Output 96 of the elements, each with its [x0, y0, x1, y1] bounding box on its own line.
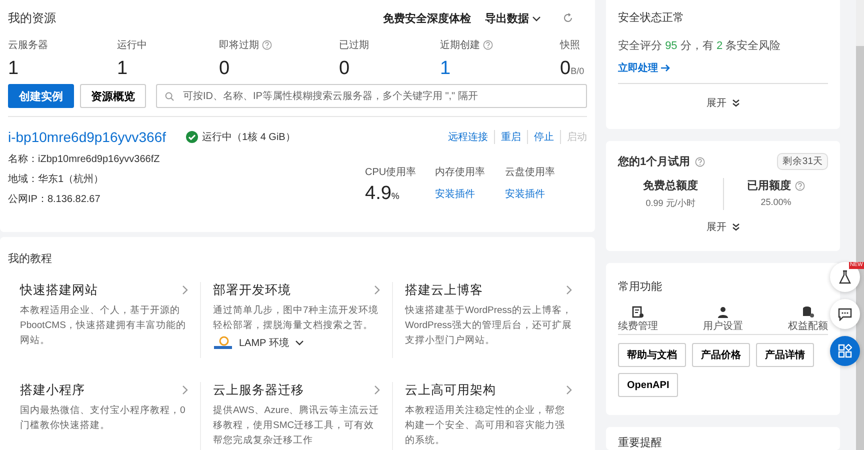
export-dropdown[interactable]: 导出数据 [484, 10, 541, 26]
tutorial-title: 云上服务器迁移 [213, 382, 304, 398]
shortcut-item[interactable]: 用户设置 [703, 306, 743, 333]
flask-icon [839, 270, 851, 284]
instance-action[interactable]: 停止 [527, 130, 560, 144]
bill-icon [632, 306, 644, 318]
metric-label: 内存使用率 [435, 166, 486, 179]
card-title: 安全状态正常 [618, 10, 685, 25]
overview-button[interactable]: 资源概览 [80, 84, 146, 108]
handle-now-link[interactable]: 立即处理 [618, 61, 658, 75]
security-summary: 安全评分 95 分，有 2 条安全风险 [618, 38, 782, 53]
stat-label: 云服务器 [8, 39, 48, 52]
quick-link-button[interactable]: 产品价格 [692, 343, 750, 367]
help-icon[interactable] [795, 180, 805, 190]
quota-value: 0.99 元/小时 [644, 197, 696, 210]
double-chevron-down-icon [732, 223, 740, 231]
health-check-link[interactable]: 免费安全深度体检 [382, 10, 471, 26]
quick-link-button[interactable]: OpenAPI [618, 373, 678, 397]
status-text: 运行中（1核 4 GiB） [202, 130, 296, 144]
apps-icon [838, 344, 852, 358]
shortcut-item[interactable]: 权益配额 [788, 306, 828, 333]
card-title: 常用功能 [618, 280, 663, 294]
stat-value[interactable]: 1 [440, 58, 451, 80]
chevron-down-icon[interactable] [294, 340, 304, 346]
chevron-right-icon [566, 385, 572, 395]
tutorial-card[interactable]: 云上高可用架构 本教程适用关注稳定性的企业，帮您构建一个安全、高可用和容灾能力强的系统。 [392, 382, 584, 450]
stat-value[interactable]: 0 [339, 58, 350, 80]
arrow-right-icon[interactable] [661, 64, 671, 72]
instance-action[interactable]: 远程连接 [442, 130, 494, 144]
quick-link-button[interactable]: 产品详情 [756, 343, 814, 367]
quota-value: 25.00% [760, 197, 792, 207]
chevron-down-icon [532, 16, 541, 22]
install-plugin-link[interactable]: 安装插件 [435, 187, 475, 201]
expand-button[interactable]: 展开 [618, 220, 828, 234]
help-icon[interactable] [483, 40, 493, 50]
quota-label: 已用额度 [747, 178, 791, 193]
tutorial-card[interactable]: 部署开发环境 通过简单几步，图中7种主流开发环境轻松部署，摆脱海量文档搜索之苦。 LAMP 环境 [200, 282, 392, 358]
section-title: 我的资源 [8, 10, 56, 26]
metric-label: CPU使用率 [365, 166, 418, 179]
metric-value: 4.9% [365, 183, 400, 205]
environment-dropdown[interactable]: LAMP 环境 [239, 336, 289, 350]
instance-info: 地域：华东1（杭州） [8, 174, 104, 185]
chevron-right-icon [374, 285, 380, 295]
help-icon[interactable] [262, 40, 272, 50]
tutorial-title: 部署开发环境 [213, 282, 291, 298]
tutorial-description: 本教程适用关注稳定性的企业，帮您构建一个安全、高可用和容灾能力强的系统。 [405, 404, 566, 448]
card-title: 重要提醒 [618, 436, 663, 450]
install-plugin-link[interactable]: 安装插件 [505, 187, 545, 201]
tutorial-card[interactable]: 搭建小程序 国内最热微信、支付宝小程序教程，0门槛教你快速搭建。 [8, 382, 200, 450]
tutorial-card[interactable]: 搭建云上博客 快速搭建基于WordPress的云上博客，WordPress强大的管理后台，还可扩展支撑小型门户网站。 [392, 282, 584, 358]
instance-info: 公网IP：8.136.82.67 [8, 194, 100, 205]
stat-label: 已过期 [339, 38, 369, 52]
stat-label: 快照 [560, 38, 580, 52]
chevron-right-icon [182, 285, 188, 295]
tutorial-description: 通过简单几步，图中7种主流开发环境轻松部署，摆脱海量文档搜索之苦。 [213, 304, 380, 333]
expand-button[interactable]: 展开 [618, 96, 828, 110]
stat-label: 运行中 [117, 38, 147, 52]
stat-value[interactable]: 0B/0 [560, 58, 584, 80]
help-icon[interactable] [695, 156, 706, 166]
double-chevron-down-icon [732, 99, 740, 107]
instance-id-link[interactable]: i-bp10mre6d9p16yvv366f [8, 129, 166, 145]
stat-value[interactable]: 1 [8, 58, 19, 80]
chevron-right-icon [182, 385, 188, 395]
stat-value[interactable]: 1 [117, 58, 128, 80]
tutorial-title: 快速搭建网站 [20, 282, 98, 298]
tutorial-card[interactable]: 快速搭建网站 本教程适用企业、个人，基于开源的PbootCMS，快速搭建拥有丰富功能的网站。 [8, 282, 200, 358]
chevron-right-icon [374, 385, 380, 395]
refresh-icon[interactable] [563, 13, 573, 23]
shortcut-item[interactable]: 续费管理 [618, 306, 658, 333]
tutorial-description: 本教程适用企业、个人，基于开源的PbootCMS，快速搭建拥有丰富功能的网站。 [20, 304, 187, 348]
stat-label: 即将过期 [219, 38, 259, 52]
search-field[interactable]: 可按ID、名称、IP等属性模糊搜索云服务器，多个关键字用 "," 隔开 [156, 84, 587, 108]
tutorial-description: 提供AWS、Azure、腾讯云等主流云迁移教程，使用SMC迁移工具，可有效帮您完成复杂迁移工作 [213, 404, 380, 448]
database-icon [802, 306, 814, 318]
stat-label: 近期创建 [440, 38, 480, 52]
tutorial-card[interactable]: 云上服务器迁移 提供AWS、Azure、腾讯云等主流云迁移教程，使用SMC迁移工具，可有效帮您完成复杂迁移工作 [200, 382, 392, 450]
quota-label: 免费总额度 [643, 178, 698, 193]
user-icon [717, 306, 729, 318]
metric-label: 云盘使用率 [505, 166, 556, 179]
tutorial-title: 搭建小程序 [20, 382, 85, 398]
tutorial-title: 云上高可用架构 [405, 382, 496, 398]
tutorial-description: 快速搭建基于WordPress的云上博客，WordPress强大的管理后台，还可扩展支撑小型门户网站。 [405, 304, 572, 348]
create-button[interactable]: 创建实例 [8, 84, 74, 108]
tutorial-description: 国内最热微信、支付宝小程序教程，0门槛教你快速搭建。 [20, 404, 186, 433]
days-left-badge: 剩余31天 [777, 153, 828, 170]
section-title: 我的教程 [8, 252, 53, 266]
instance-action[interactable]: 重启 [494, 130, 527, 144]
instance-info: 名称：iZbp10mre6d9p16yvv366fZ [8, 154, 160, 165]
quick-link-button[interactable]: 帮助与文档 [618, 343, 686, 367]
search-icon [165, 92, 174, 101]
chat-icon [838, 308, 852, 320]
chevron-right-icon [566, 285, 572, 295]
lamp-logo-icon [213, 336, 233, 350]
stat-value[interactable]: 0 [219, 58, 230, 80]
tutorial-title: 搭建云上博客 [405, 282, 483, 298]
card-title: 您的1个月试用 [618, 154, 690, 169]
